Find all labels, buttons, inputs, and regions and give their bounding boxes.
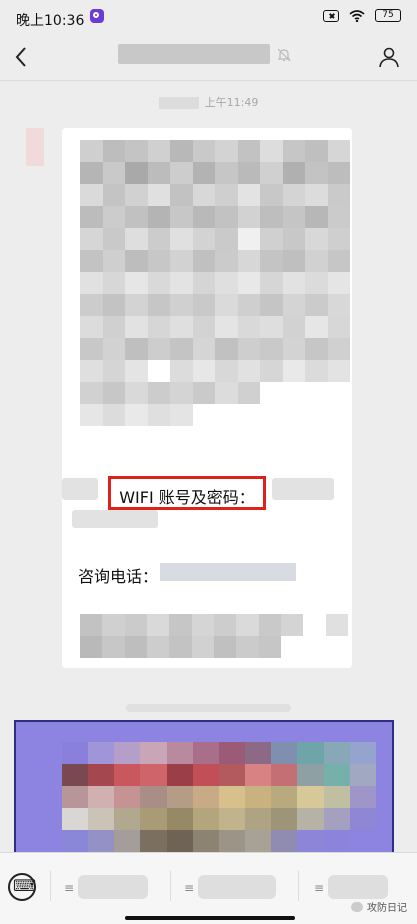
wifi-credentials-label: WIFI 账号及密码： bbox=[108, 476, 266, 510]
image-mosaic bbox=[62, 742, 376, 852]
watermark: 攻防日记 bbox=[351, 899, 407, 914]
back-icon[interactable] bbox=[10, 45, 34, 69]
menu-tab-1[interactable]: ≡ bbox=[64, 875, 154, 899]
redacted-text bbox=[72, 510, 158, 528]
quote-divider bbox=[126, 704, 291, 712]
sender-avatar-redacted[interactable] bbox=[26, 128, 44, 166]
menu-label-redacted bbox=[78, 875, 148, 899]
home-indicator[interactable] bbox=[125, 916, 295, 920]
divider bbox=[50, 871, 51, 901]
divider bbox=[170, 871, 171, 901]
divider bbox=[298, 871, 299, 901]
menu-lines-icon: ≡ bbox=[184, 881, 195, 895]
menu-tab-3[interactable]: ≡ bbox=[314, 875, 404, 899]
menu-label-redacted bbox=[328, 875, 388, 899]
redacted-text-mosaic bbox=[80, 140, 350, 426]
bell-off-icon bbox=[276, 47, 292, 63]
chat-header bbox=[0, 34, 417, 81]
no-sim-icon bbox=[323, 9, 339, 22]
image-message-redacted[interactable] bbox=[14, 720, 394, 860]
keyboard-toggle-icon[interactable] bbox=[8, 873, 36, 901]
menu-lines-icon: ≡ bbox=[314, 881, 325, 895]
redacted-text bbox=[62, 478, 98, 500]
person-icon[interactable] bbox=[377, 45, 401, 69]
bottom-menu-bar: ≡ ≡ ≡ 攻防日记 bbox=[0, 852, 417, 924]
status-time: 晚上10:36 bbox=[16, 13, 85, 29]
timestamp-redacted bbox=[158, 97, 199, 109]
battery-indicator: 75 bbox=[375, 9, 401, 22]
wifi-icon bbox=[349, 9, 365, 22]
menu-label-redacted bbox=[198, 875, 276, 899]
phone-consult-label: 咨询电话： bbox=[78, 567, 159, 586]
redacted-text bbox=[272, 478, 334, 500]
chat-title-redacted bbox=[118, 44, 270, 64]
status-icons: 75 bbox=[323, 9, 401, 22]
brand-logo-icon bbox=[351, 901, 363, 912]
status-bar: 晚上10:36 75 bbox=[0, 0, 417, 34]
message-timestamp: 上午11:49 bbox=[0, 94, 417, 110]
app-notification-icon bbox=[90, 9, 104, 23]
menu-tab-2[interactable]: ≡ bbox=[184, 875, 276, 899]
phone-number-redacted bbox=[160, 563, 296, 581]
menu-lines-icon: ≡ bbox=[64, 881, 75, 895]
redacted-text-mosaic bbox=[80, 614, 348, 658]
